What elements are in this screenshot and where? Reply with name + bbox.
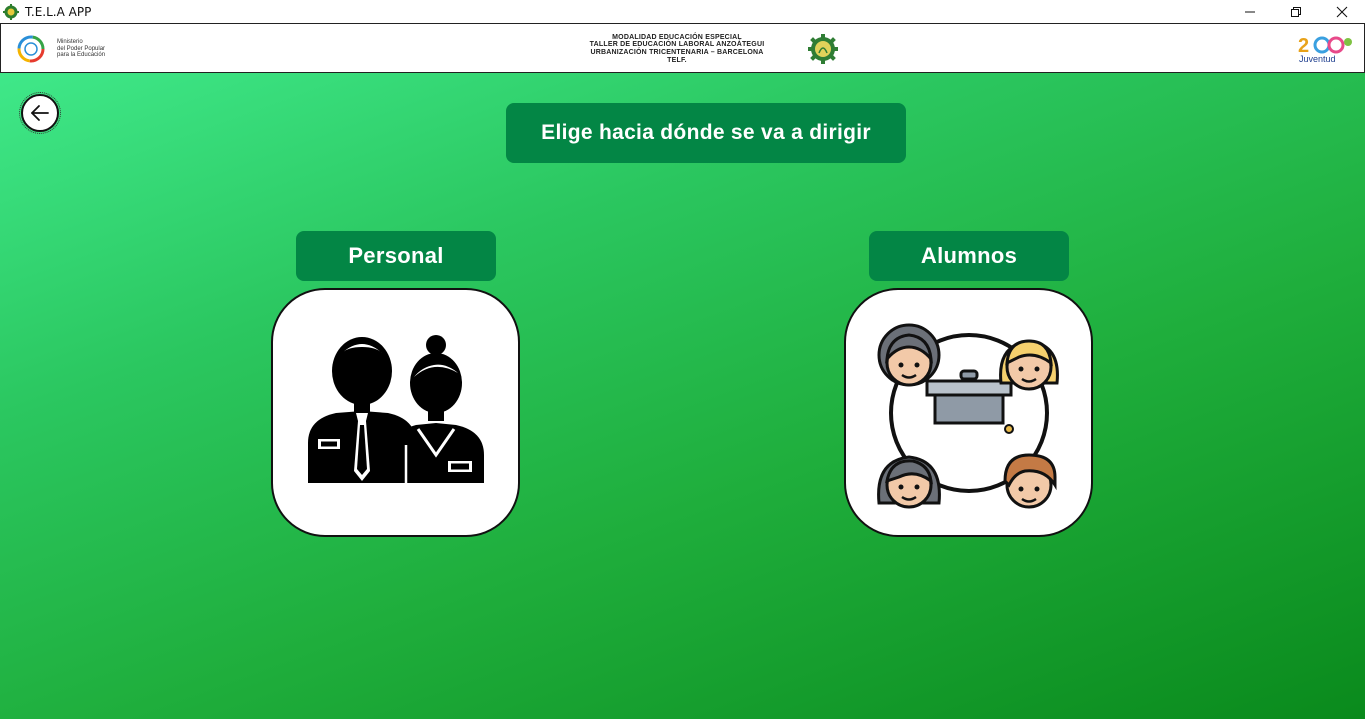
header-banner: Ministerio del Poder Popular para la Edu…	[0, 23, 1365, 73]
back-button[interactable]	[19, 92, 61, 134]
page-heading: Elige hacia dónde se va a dirigir	[506, 103, 906, 163]
personal-label-button[interactable]: Personal	[296, 231, 496, 281]
institution-seal-icon	[808, 34, 838, 64]
restore-button[interactable]	[1273, 0, 1319, 23]
window-title: T.E.L.A APP	[25, 4, 92, 19]
students-icon	[876, 323, 1059, 508]
personal-label-text: Personal	[348, 243, 444, 268]
restore-icon	[1291, 6, 1301, 17]
window-controls	[1227, 0, 1365, 23]
minimize-icon	[1245, 11, 1255, 12]
bicentennial-logo: 2 Juventud	[1296, 32, 1356, 66]
alumnos-card[interactable]	[844, 288, 1093, 537]
student-face-3	[876, 454, 941, 508]
main-content: Elige hacia dónde se va a dirigir Person…	[0, 73, 1365, 719]
student-face-1	[877, 323, 940, 386]
institution-header: MODALIDAD EDUCACIÓN ESPECIAL TALLER DE E…	[563, 32, 853, 66]
app-gear-icon	[3, 3, 19, 20]
ministry-logo: Ministerio del Poder Popular para la Edu…	[11, 33, 121, 65]
svg-text:Juventud: Juventud	[1299, 54, 1336, 64]
youth-logo-icon: 2 Juventud	[1298, 35, 1352, 64]
minimize-button[interactable]	[1227, 0, 1273, 23]
ministry-swirl-icon	[17, 35, 45, 63]
institution-text: MODALIDAD EDUCACIÓN ESPECIAL TALLER DE E…	[589, 33, 765, 64]
arrow-left-icon	[31, 105, 49, 121]
staff-icon	[307, 334, 484, 483]
title-bar: T.E.L.A APP	[0, 0, 1365, 23]
alumnos-label-text: Alumnos	[920, 243, 1018, 268]
personal-card[interactable]	[271, 288, 520, 537]
alumnos-label-button[interactable]: Alumnos	[869, 231, 1069, 281]
ministry-text: Ministerio del Poder Popular para la Edu…	[57, 39, 106, 59]
close-icon	[1336, 6, 1348, 17]
student-face-4	[1002, 452, 1056, 508]
student-face-2	[998, 338, 1059, 390]
page-heading-text: Elige hacia dónde se va a dirigir	[541, 121, 871, 144]
close-button[interactable]	[1319, 0, 1365, 23]
